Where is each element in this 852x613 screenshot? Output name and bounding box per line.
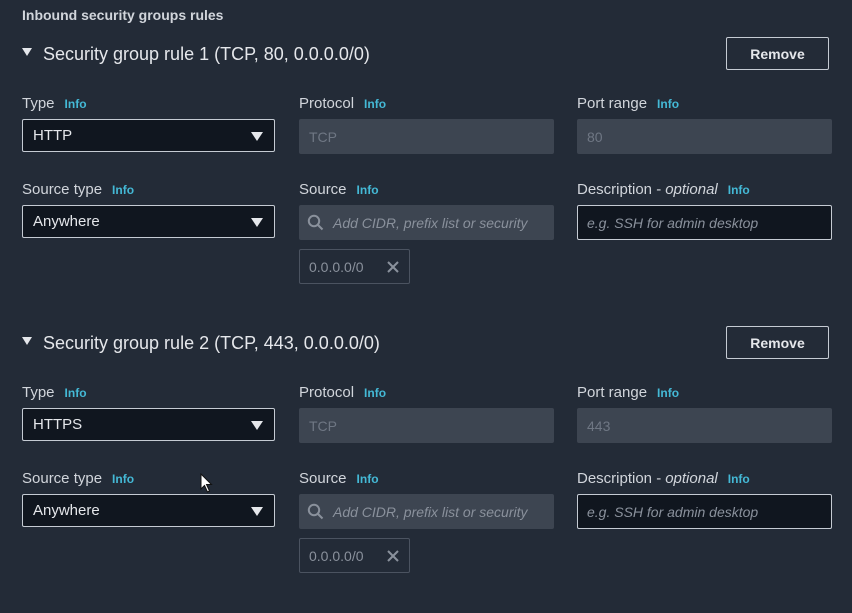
source-info-link[interactable]: Info — [357, 183, 379, 197]
close-icon[interactable] — [386, 260, 400, 274]
source-type-field: Source type Info Anywhere — [22, 470, 277, 527]
search-icon — [307, 214, 324, 231]
source-token-label: 0.0.0.0/0 — [309, 258, 364, 275]
source-field: Source Info Add CIDR, prefix list or secu… — [299, 181, 554, 284]
protocol-label: Protocol — [299, 384, 355, 401]
protocol-input: TCP — [299, 408, 554, 443]
source-search-input[interactable]: Add CIDR, prefix list or security — [299, 494, 554, 529]
type-select-value: HTTPS — [33, 416, 83, 433]
description-optional: optional — [665, 181, 718, 198]
rule-title[interactable]: Security group rule 1 (TCP, 80, 0.0.0.0/… — [43, 44, 370, 65]
source-type-info-link[interactable]: Info — [112, 183, 134, 197]
expand-caret-icon[interactable] — [22, 47, 32, 56]
source-token: 0.0.0.0/0 — [299, 538, 410, 573]
protocol-info-link[interactable]: Info — [364, 386, 386, 400]
description-field: Description - optional Info e.g. SSH for … — [577, 181, 832, 240]
port-range-field: Port range Info 443 — [577, 384, 832, 443]
description-input[interactable]: e.g. SSH for admin desktop — [577, 205, 832, 240]
protocol-field: Protocol Info TCP — [299, 384, 554, 443]
type-info-link[interactable]: Info — [65, 386, 87, 400]
port-range-field: Port range Info 80 — [577, 95, 832, 154]
source-placeholder: Add CIDR, prefix list or security — [333, 503, 528, 520]
protocol-label: Protocol — [299, 95, 355, 112]
port-range-label: Port range — [577, 384, 648, 401]
port-range-info-link[interactable]: Info — [657, 386, 679, 400]
caret-down-icon — [251, 421, 263, 430]
security-group-rule-2: Security group rule 2 (TCP, 443, 0.0.0.0… — [0, 326, 852, 613]
type-info-link[interactable]: Info — [65, 97, 87, 111]
source-type-field: Source type Info Anywhere — [22, 181, 277, 238]
protocol-field: Protocol Info TCP — [299, 95, 554, 154]
remove-button[interactable]: Remove — [726, 326, 829, 359]
type-select-value: HTTP — [33, 127, 73, 144]
source-search-input[interactable]: Add CIDR, prefix list or security — [299, 205, 554, 240]
port-range-input: 443 — [577, 408, 832, 443]
port-range-input: 80 — [577, 119, 832, 154]
description-optional: optional — [665, 470, 718, 487]
source-type-label: Source type — [22, 470, 103, 487]
description-info-link[interactable]: Info — [728, 183, 750, 197]
description-info-link[interactable]: Info — [728, 472, 750, 486]
type-field: Type Info HTTPS — [22, 384, 277, 441]
port-range-label: Port range — [577, 95, 648, 112]
caret-down-icon — [251, 218, 263, 227]
description-field: Description - optional Info e.g. SSH for … — [577, 470, 832, 529]
description-label: Description - — [577, 181, 662, 198]
type-label: Type — [22, 95, 55, 112]
rule-header: Security group rule 2 (TCP, 443, 0.0.0.0… — [22, 333, 380, 354]
type-select[interactable]: HTTP — [22, 119, 275, 152]
source-type-select[interactable]: Anywhere — [22, 205, 275, 238]
source-info-link[interactable]: Info — [357, 472, 379, 486]
section-title: Inbound security groups rules — [22, 7, 224, 23]
close-icon[interactable] — [386, 549, 400, 563]
type-select[interactable]: HTTPS — [22, 408, 275, 441]
rule-title[interactable]: Security group rule 2 (TCP, 443, 0.0.0.0… — [43, 333, 380, 354]
search-icon — [307, 503, 324, 520]
source-type-label: Source type — [22, 181, 103, 198]
rule-header: Security group rule 1 (TCP, 80, 0.0.0.0/… — [22, 44, 370, 65]
source-type-select[interactable]: Anywhere — [22, 494, 275, 527]
type-field: Type Info HTTP — [22, 95, 277, 152]
protocol-input: TCP — [299, 119, 554, 154]
caret-down-icon — [251, 507, 263, 516]
source-label: Source — [299, 470, 347, 487]
caret-down-icon — [251, 132, 263, 141]
source-field: Source Info Add CIDR, prefix list or secu… — [299, 470, 554, 573]
type-label: Type — [22, 384, 55, 401]
source-token-label: 0.0.0.0/0 — [309, 547, 364, 564]
source-type-select-value: Anywhere — [33, 502, 100, 519]
source-label: Source — [299, 181, 347, 198]
source-type-select-value: Anywhere — [33, 213, 100, 230]
source-type-info-link[interactable]: Info — [112, 472, 134, 486]
description-label: Description - — [577, 470, 662, 487]
security-group-rule-1: Security group rule 1 (TCP, 80, 0.0.0.0/… — [0, 37, 852, 324]
remove-button[interactable]: Remove — [726, 37, 829, 70]
source-token: 0.0.0.0/0 — [299, 249, 410, 284]
expand-caret-icon[interactable] — [22, 336, 32, 345]
source-placeholder: Add CIDR, prefix list or security — [333, 214, 528, 231]
protocol-info-link[interactable]: Info — [364, 97, 386, 111]
description-input[interactable]: e.g. SSH for admin desktop — [577, 494, 832, 529]
port-range-info-link[interactable]: Info — [657, 97, 679, 111]
mouse-pointer-icon — [200, 473, 213, 493]
